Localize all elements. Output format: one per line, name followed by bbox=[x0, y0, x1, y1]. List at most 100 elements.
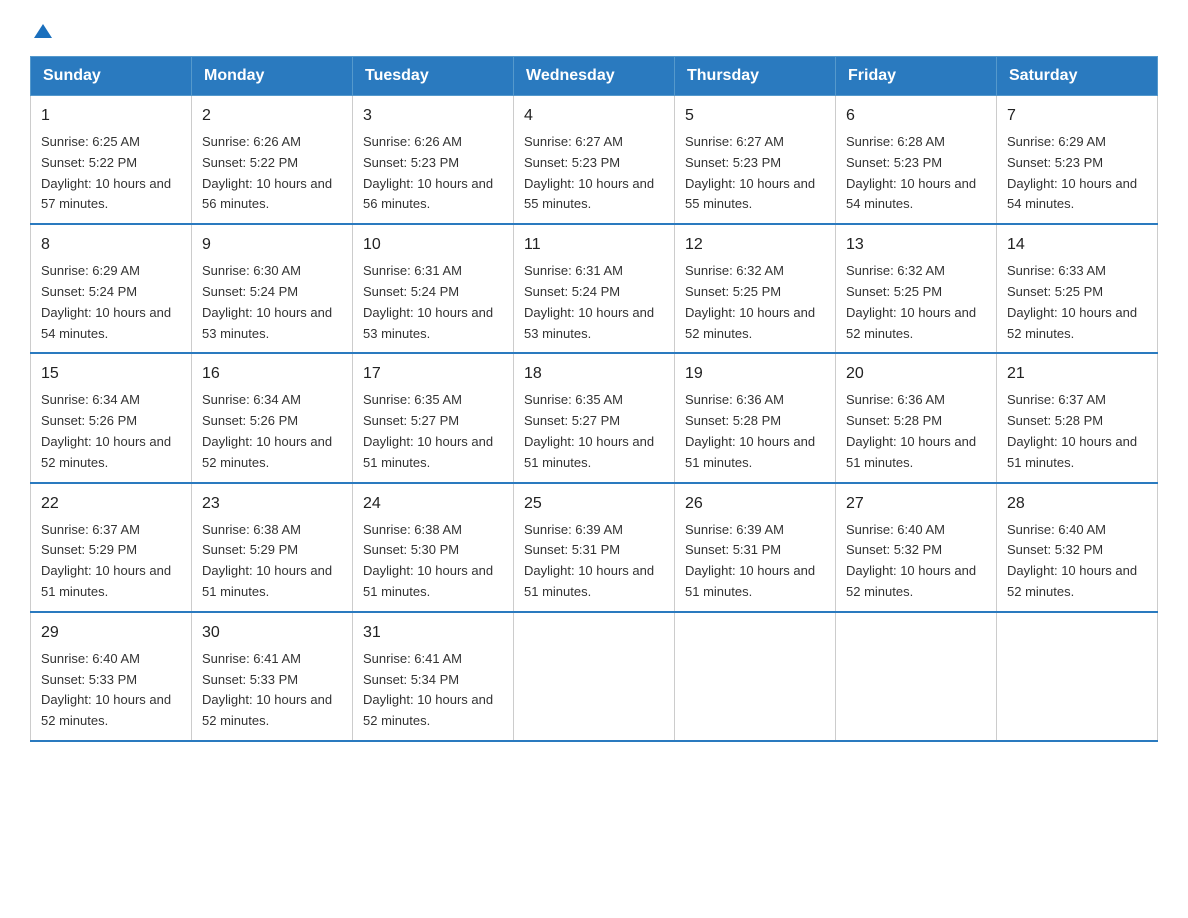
day-info: Sunrise: 6:38 AMSunset: 5:30 PMDaylight:… bbox=[363, 520, 503, 603]
day-info: Sunrise: 6:25 AMSunset: 5:22 PMDaylight:… bbox=[41, 132, 181, 215]
day-info: Sunrise: 6:31 AMSunset: 5:24 PMDaylight:… bbox=[363, 261, 503, 344]
day-number: 18 bbox=[524, 362, 664, 386]
day-info: Sunrise: 6:30 AMSunset: 5:24 PMDaylight:… bbox=[202, 261, 342, 344]
calendar-cell: 28 Sunrise: 6:40 AMSunset: 5:32 PMDaylig… bbox=[997, 483, 1158, 612]
day-number: 20 bbox=[846, 362, 986, 386]
calendar-cell bbox=[675, 612, 836, 741]
calendar-cell: 25 Sunrise: 6:39 AMSunset: 5:31 PMDaylig… bbox=[514, 483, 675, 612]
day-info: Sunrise: 6:33 AMSunset: 5:25 PMDaylight:… bbox=[1007, 261, 1147, 344]
day-info: Sunrise: 6:38 AMSunset: 5:29 PMDaylight:… bbox=[202, 520, 342, 603]
calendar-header: SundayMondayTuesdayWednesdayThursdayFrid… bbox=[31, 57, 1158, 96]
day-info: Sunrise: 6:41 AMSunset: 5:33 PMDaylight:… bbox=[202, 649, 342, 732]
calendar-cell: 27 Sunrise: 6:40 AMSunset: 5:32 PMDaylig… bbox=[836, 483, 997, 612]
calendar-cell: 13 Sunrise: 6:32 AMSunset: 5:25 PMDaylig… bbox=[836, 224, 997, 353]
day-number: 13 bbox=[846, 233, 986, 257]
day-info: Sunrise: 6:39 AMSunset: 5:31 PMDaylight:… bbox=[685, 520, 825, 603]
calendar-cell: 22 Sunrise: 6:37 AMSunset: 5:29 PMDaylig… bbox=[31, 483, 192, 612]
day-info: Sunrise: 6:32 AMSunset: 5:25 PMDaylight:… bbox=[846, 261, 986, 344]
calendar-cell: 19 Sunrise: 6:36 AMSunset: 5:28 PMDaylig… bbox=[675, 353, 836, 482]
day-info: Sunrise: 6:29 AMSunset: 5:23 PMDaylight:… bbox=[1007, 132, 1147, 215]
logo-triangle-icon bbox=[32, 20, 54, 42]
calendar-cell: 5 Sunrise: 6:27 AMSunset: 5:23 PMDayligh… bbox=[675, 96, 836, 225]
day-info: Sunrise: 6:36 AMSunset: 5:28 PMDaylight:… bbox=[846, 390, 986, 473]
calendar-cell bbox=[836, 612, 997, 741]
calendar-cell: 16 Sunrise: 6:34 AMSunset: 5:26 PMDaylig… bbox=[192, 353, 353, 482]
day-number: 2 bbox=[202, 104, 342, 128]
calendar-week-1: 1 Sunrise: 6:25 AMSunset: 5:22 PMDayligh… bbox=[31, 96, 1158, 225]
day-number: 30 bbox=[202, 621, 342, 645]
page-header bbox=[30, 20, 1158, 36]
logo bbox=[30, 20, 56, 36]
calendar-cell: 12 Sunrise: 6:32 AMSunset: 5:25 PMDaylig… bbox=[675, 224, 836, 353]
day-number: 24 bbox=[363, 492, 503, 516]
weekday-header-wednesday: Wednesday bbox=[514, 57, 675, 96]
day-info: Sunrise: 6:36 AMSunset: 5:28 PMDaylight:… bbox=[685, 390, 825, 473]
day-info: Sunrise: 6:37 AMSunset: 5:28 PMDaylight:… bbox=[1007, 390, 1147, 473]
calendar-cell: 21 Sunrise: 6:37 AMSunset: 5:28 PMDaylig… bbox=[997, 353, 1158, 482]
day-number: 28 bbox=[1007, 492, 1147, 516]
day-number: 4 bbox=[524, 104, 664, 128]
day-number: 3 bbox=[363, 104, 503, 128]
calendar-week-2: 8 Sunrise: 6:29 AMSunset: 5:24 PMDayligh… bbox=[31, 224, 1158, 353]
day-number: 6 bbox=[846, 104, 986, 128]
calendar-body: 1 Sunrise: 6:25 AMSunset: 5:22 PMDayligh… bbox=[31, 96, 1158, 741]
day-info: Sunrise: 6:32 AMSunset: 5:25 PMDaylight:… bbox=[685, 261, 825, 344]
day-info: Sunrise: 6:31 AMSunset: 5:24 PMDaylight:… bbox=[524, 261, 664, 344]
calendar-cell bbox=[514, 612, 675, 741]
day-info: Sunrise: 6:34 AMSunset: 5:26 PMDaylight:… bbox=[41, 390, 181, 473]
day-number: 12 bbox=[685, 233, 825, 257]
day-info: Sunrise: 6:27 AMSunset: 5:23 PMDaylight:… bbox=[524, 132, 664, 215]
calendar-cell: 31 Sunrise: 6:41 AMSunset: 5:34 PMDaylig… bbox=[353, 612, 514, 741]
day-number: 7 bbox=[1007, 104, 1147, 128]
calendar-cell: 8 Sunrise: 6:29 AMSunset: 5:24 PMDayligh… bbox=[31, 224, 192, 353]
day-info: Sunrise: 6:27 AMSunset: 5:23 PMDaylight:… bbox=[685, 132, 825, 215]
weekday-header-sunday: Sunday bbox=[31, 57, 192, 96]
calendar-cell: 2 Sunrise: 6:26 AMSunset: 5:22 PMDayligh… bbox=[192, 96, 353, 225]
day-info: Sunrise: 6:40 AMSunset: 5:32 PMDaylight:… bbox=[1007, 520, 1147, 603]
calendar-cell: 3 Sunrise: 6:26 AMSunset: 5:23 PMDayligh… bbox=[353, 96, 514, 225]
calendar-cell: 15 Sunrise: 6:34 AMSunset: 5:26 PMDaylig… bbox=[31, 353, 192, 482]
calendar-cell: 24 Sunrise: 6:38 AMSunset: 5:30 PMDaylig… bbox=[353, 483, 514, 612]
calendar-cell: 17 Sunrise: 6:35 AMSunset: 5:27 PMDaylig… bbox=[353, 353, 514, 482]
day-info: Sunrise: 6:26 AMSunset: 5:23 PMDaylight:… bbox=[363, 132, 503, 215]
day-number: 14 bbox=[1007, 233, 1147, 257]
day-number: 31 bbox=[363, 621, 503, 645]
day-info: Sunrise: 6:26 AMSunset: 5:22 PMDaylight:… bbox=[202, 132, 342, 215]
weekday-header-saturday: Saturday bbox=[997, 57, 1158, 96]
calendar-cell: 10 Sunrise: 6:31 AMSunset: 5:24 PMDaylig… bbox=[353, 224, 514, 353]
day-info: Sunrise: 6:40 AMSunset: 5:32 PMDaylight:… bbox=[846, 520, 986, 603]
calendar-cell: 7 Sunrise: 6:29 AMSunset: 5:23 PMDayligh… bbox=[997, 96, 1158, 225]
calendar-cell: 14 Sunrise: 6:33 AMSunset: 5:25 PMDaylig… bbox=[997, 224, 1158, 353]
calendar-table: SundayMondayTuesdayWednesdayThursdayFrid… bbox=[30, 56, 1158, 742]
day-number: 23 bbox=[202, 492, 342, 516]
calendar-week-3: 15 Sunrise: 6:34 AMSunset: 5:26 PMDaylig… bbox=[31, 353, 1158, 482]
weekday-header-thursday: Thursday bbox=[675, 57, 836, 96]
day-number: 21 bbox=[1007, 362, 1147, 386]
calendar-cell: 30 Sunrise: 6:41 AMSunset: 5:33 PMDaylig… bbox=[192, 612, 353, 741]
calendar-cell: 4 Sunrise: 6:27 AMSunset: 5:23 PMDayligh… bbox=[514, 96, 675, 225]
day-number: 16 bbox=[202, 362, 342, 386]
day-info: Sunrise: 6:40 AMSunset: 5:33 PMDaylight:… bbox=[41, 649, 181, 732]
day-info: Sunrise: 6:39 AMSunset: 5:31 PMDaylight:… bbox=[524, 520, 664, 603]
day-number: 9 bbox=[202, 233, 342, 257]
calendar-week-5: 29 Sunrise: 6:40 AMSunset: 5:33 PMDaylig… bbox=[31, 612, 1158, 741]
day-number: 25 bbox=[524, 492, 664, 516]
day-info: Sunrise: 6:28 AMSunset: 5:23 PMDaylight:… bbox=[846, 132, 986, 215]
calendar-cell: 26 Sunrise: 6:39 AMSunset: 5:31 PMDaylig… bbox=[675, 483, 836, 612]
calendar-cell: 23 Sunrise: 6:38 AMSunset: 5:29 PMDaylig… bbox=[192, 483, 353, 612]
calendar-cell bbox=[997, 612, 1158, 741]
calendar-cell: 9 Sunrise: 6:30 AMSunset: 5:24 PMDayligh… bbox=[192, 224, 353, 353]
day-info: Sunrise: 6:35 AMSunset: 5:27 PMDaylight:… bbox=[524, 390, 664, 473]
weekday-header-tuesday: Tuesday bbox=[353, 57, 514, 96]
day-number: 26 bbox=[685, 492, 825, 516]
day-number: 27 bbox=[846, 492, 986, 516]
calendar-cell: 29 Sunrise: 6:40 AMSunset: 5:33 PMDaylig… bbox=[31, 612, 192, 741]
calendar-cell: 20 Sunrise: 6:36 AMSunset: 5:28 PMDaylig… bbox=[836, 353, 997, 482]
day-info: Sunrise: 6:37 AMSunset: 5:29 PMDaylight:… bbox=[41, 520, 181, 603]
calendar-cell: 6 Sunrise: 6:28 AMSunset: 5:23 PMDayligh… bbox=[836, 96, 997, 225]
day-number: 5 bbox=[685, 104, 825, 128]
day-number: 10 bbox=[363, 233, 503, 257]
day-info: Sunrise: 6:41 AMSunset: 5:34 PMDaylight:… bbox=[363, 649, 503, 732]
day-number: 1 bbox=[41, 104, 181, 128]
day-info: Sunrise: 6:34 AMSunset: 5:26 PMDaylight:… bbox=[202, 390, 342, 473]
